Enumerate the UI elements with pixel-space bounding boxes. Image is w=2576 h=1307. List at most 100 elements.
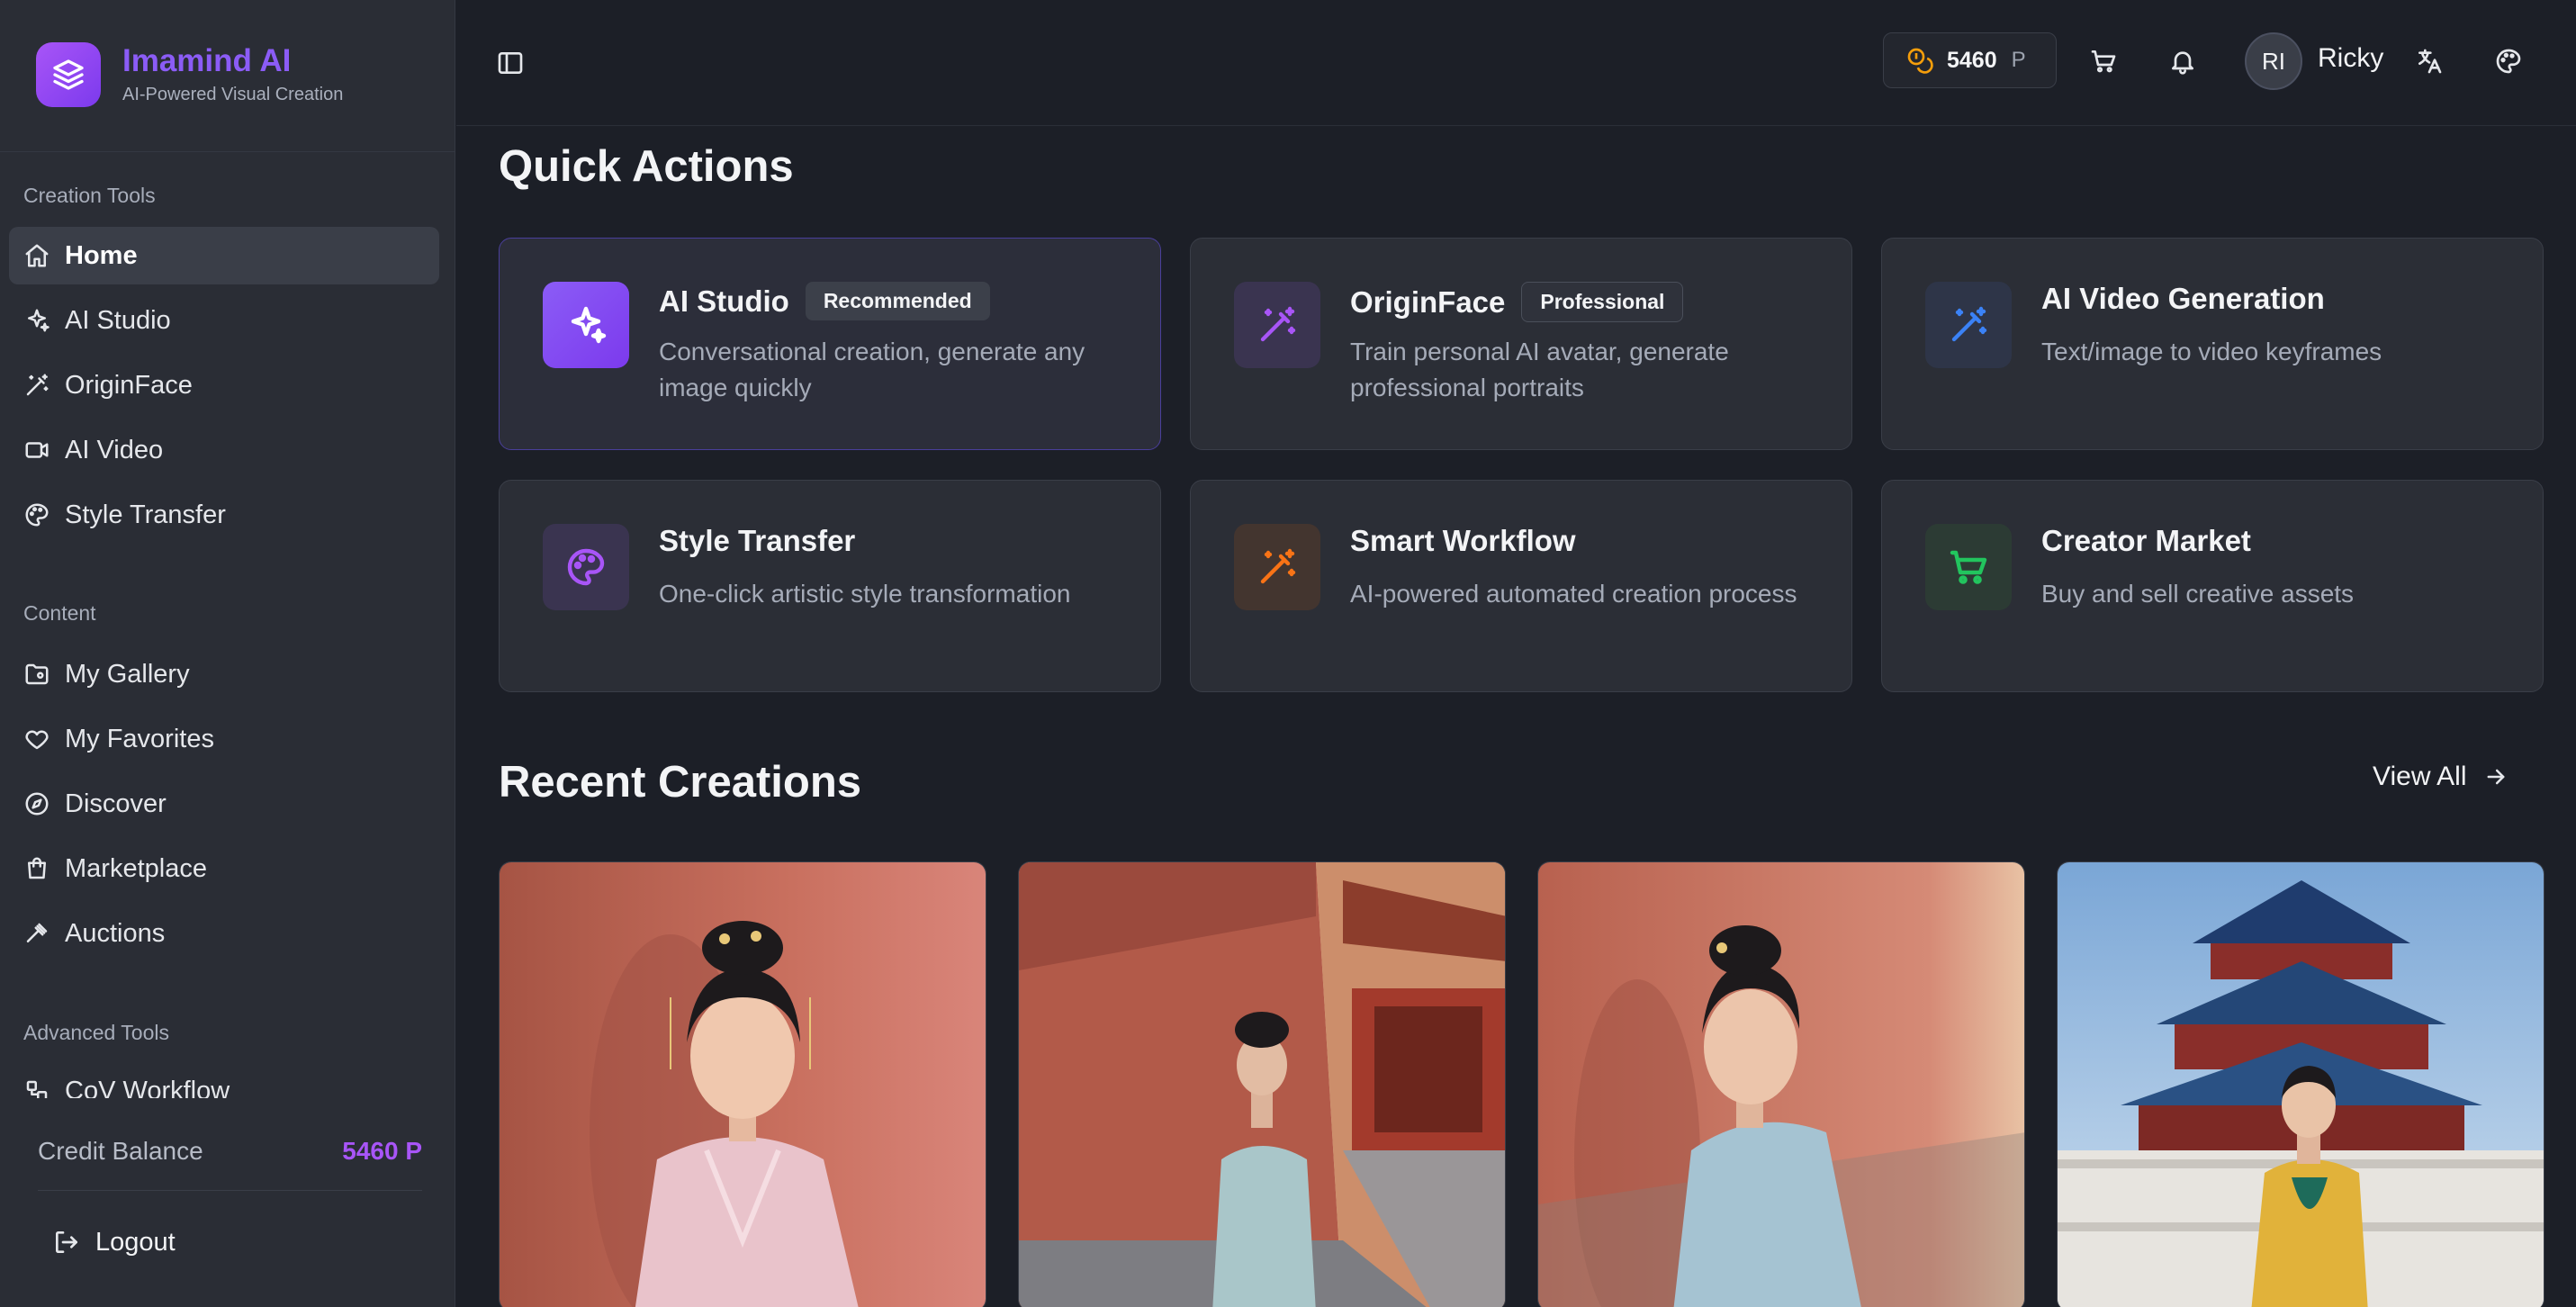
credit-balance-value: 5460 P — [342, 1137, 422, 1165]
sidebar-item-label: AI Studio — [65, 305, 171, 335]
magic-wand-icon — [1925, 282, 2012, 368]
sidebar-item-my-gallery[interactable]: My Gallery — [9, 645, 439, 703]
view-all-link[interactable]: View All — [2373, 757, 2508, 797]
magic-wand-icon — [1234, 282, 1320, 368]
creation-image — [2058, 862, 2544, 1307]
heart-icon — [22, 724, 52, 754]
sidebar-item-label: My Gallery — [65, 659, 190, 689]
creation-image — [1019, 862, 1505, 1307]
sidebar-divider — [0, 151, 455, 152]
card-description: One-click artistic style transformation — [659, 580, 1071, 608]
magic-wand-icon — [22, 370, 52, 401]
main-content[interactable]: Quick Actions AI Studio Recommended Conv… — [456, 127, 2576, 1307]
quick-action-creator-market[interactable]: Creator Market Buy and sell creative ass… — [1881, 480, 2544, 692]
palette-icon — [2496, 49, 2521, 74]
logout-icon — [56, 1231, 77, 1253]
sidebar-item-my-favorites[interactable]: My Favorites — [9, 710, 439, 768]
card-title: Creator Market — [2041, 524, 2251, 557]
brand[interactable]: Imamind AI AI-Powered Visual Creation — [36, 41, 343, 109]
quick-actions-title: Quick Actions — [499, 142, 794, 191]
sidebar-item-label: Style Transfer — [65, 500, 226, 529]
sparkles-icon — [543, 282, 629, 368]
section-title-creation-tools: Creation Tools — [23, 184, 156, 207]
cart-button[interactable] — [2085, 43, 2121, 79]
credit-divider — [38, 1190, 422, 1191]
sidebar-item-auctions[interactable]: Auctions — [9, 905, 439, 962]
sidebar-item-label: My Favorites — [65, 724, 214, 753]
card-title: Smart Workflow — [1350, 524, 1576, 557]
sidebar-item-label: Home — [65, 240, 138, 270]
professional-badge: Professional — [1521, 282, 1684, 322]
coins-icon — [1907, 48, 1933, 74]
card-title: AI Studio — [659, 284, 789, 318]
points-balance-button[interactable]: 5460 P — [1883, 32, 2057, 88]
card-description: Conversational creation, generate any im… — [659, 338, 1085, 401]
sidebar-item-marketplace[interactable]: Marketplace — [9, 840, 439, 897]
credit-balance: Credit Balance 5460 P — [38, 1127, 422, 1176]
username[interactable]: Ricky — [2318, 43, 2383, 74]
quick-action-ai-studio[interactable]: AI Studio Recommended Conversational cre… — [499, 238, 1161, 450]
card-title: AI Video Generation — [2041, 282, 2325, 315]
creation-thumbnail[interactable] — [1537, 861, 2025, 1307]
card-description: Text/image to video keyframes — [2041, 338, 2382, 365]
video-icon — [22, 435, 52, 465]
gavel-icon — [22, 918, 52, 949]
creation-thumbnail[interactable] — [1018, 861, 1506, 1307]
topbar: 5460 P RI Ricky — [456, 0, 2576, 126]
recommended-badge: Recommended — [805, 282, 990, 320]
arrow-right-icon — [2487, 769, 2504, 785]
logout-button[interactable]: Logout — [52, 1217, 176, 1267]
notifications-button[interactable] — [2165, 43, 2201, 79]
points-balance-unit: P — [2011, 48, 2026, 72]
sidebar-item-originface[interactable]: OriginFace — [9, 356, 439, 414]
cart-icon — [2091, 50, 2116, 73]
logout-label: Logout — [95, 1227, 176, 1257]
sidebar-toggle-icon — [498, 52, 523, 74]
home-icon — [22, 240, 52, 271]
recent-creations-title: Recent Creations — [499, 758, 862, 807]
sidebar-item-label: AI Video — [65, 435, 164, 464]
sidebar-item-home[interactable]: Home — [9, 227, 439, 284]
cart-icon — [1925, 524, 2012, 610]
translate-icon — [2418, 49, 2442, 74]
quick-action-originface[interactable]: OriginFace Professional Train personal A… — [1190, 238, 1852, 450]
sidebar-item-label: OriginFace — [65, 370, 193, 400]
brand-tagline: AI-Powered Visual Creation — [122, 84, 344, 104]
sidebar-item-discover[interactable]: Discover — [9, 775, 439, 833]
quick-action-style-transfer[interactable]: Style Transfer One-click artistic style … — [499, 480, 1161, 692]
credit-balance-label: Credit Balance — [38, 1137, 203, 1165]
card-title: Style Transfer — [659, 524, 856, 557]
theme-button[interactable] — [2490, 43, 2526, 79]
palette-icon — [22, 500, 52, 530]
sidebar-toggle-button[interactable] — [492, 45, 528, 81]
workflow-icon — [22, 1076, 52, 1098]
creation-image — [1538, 862, 2024, 1307]
avatar[interactable]: RI — [2245, 32, 2302, 90]
sidebar-item-style-transfer[interactable]: Style Transfer — [9, 486, 439, 544]
view-all-label: View All — [2373, 762, 2467, 791]
sidebar-item-ai-studio[interactable]: AI Studio — [9, 292, 439, 349]
magic-wand-icon — [1234, 524, 1320, 610]
app-root: Imamind AI AI-Powered Visual Creation Cr… — [0, 0, 2576, 1307]
bell-icon — [2172, 51, 2193, 75]
brand-name: Imamind AI — [122, 43, 292, 79]
card-title: OriginFace — [1350, 284, 1506, 319]
sparkles-icon — [22, 305, 52, 336]
sidebar-item-label: Discover — [65, 789, 167, 818]
sidebar-item-cov-workflow[interactable]: CoV Workflow — [9, 1062, 439, 1098]
creation-image — [500, 862, 986, 1307]
quick-action-ai-video-generation[interactable]: AI Video Generation Text/image to video … — [1881, 238, 2544, 450]
sidebar: Imamind AI AI-Powered Visual Creation Cr… — [0, 0, 455, 1307]
brand-logo-icon — [36, 42, 101, 107]
section-title-advanced-tools: Advanced Tools — [23, 1021, 169, 1044]
language-button[interactable] — [2411, 43, 2447, 79]
creation-thumbnail[interactable] — [499, 861, 986, 1307]
sidebar-item-ai-video[interactable]: AI Video — [9, 421, 439, 479]
quick-action-smart-workflow[interactable]: Smart Workflow AI-powered automated crea… — [1190, 480, 1852, 692]
sidebar-nav[interactable]: Creation Tools Home AI Studio OriginFace… — [0, 162, 455, 1098]
creation-thumbnail[interactable] — [2057, 861, 2544, 1307]
card-description: AI-powered automated creation process — [1350, 580, 1797, 608]
sidebar-item-label: Auctions — [65, 918, 166, 948]
card-description: Train personal AI avatar, generate profe… — [1350, 338, 1729, 401]
section-title-content: Content — [23, 601, 96, 625]
